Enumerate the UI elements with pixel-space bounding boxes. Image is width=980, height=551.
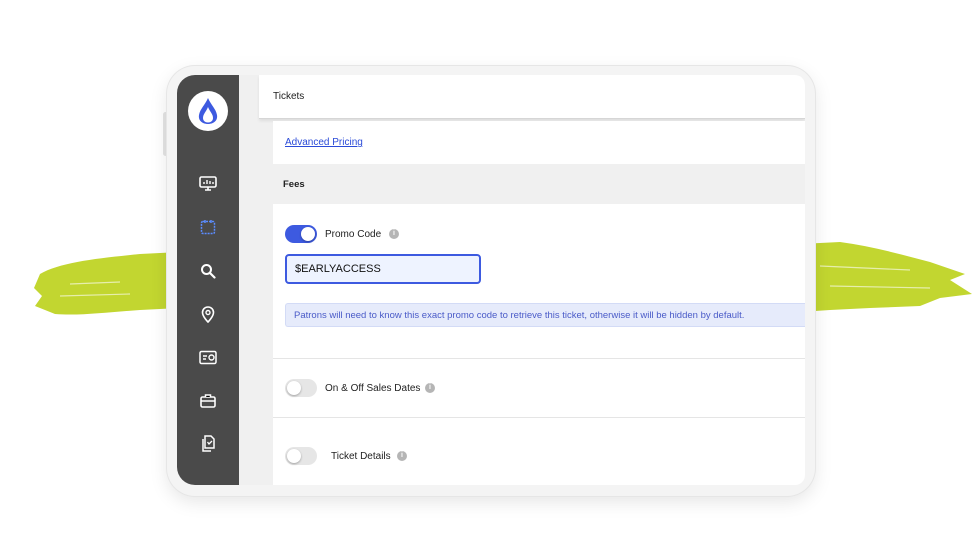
ticket-details-toggle[interactable]: [285, 447, 317, 465]
promo-code-label: Promo Code: [325, 229, 382, 240]
sidebar: [177, 75, 239, 485]
sales-dates-toggle[interactable]: [285, 379, 317, 397]
ticket-settings: Advanced Pricing Fees Promo Code i Patro…: [273, 121, 805, 485]
fees-section-header: Fees: [273, 164, 805, 204]
page-title: Tickets: [273, 91, 305, 102]
toggle-knob: [287, 449, 301, 463]
toggle-knob: [287, 381, 301, 395]
flame-logo-icon: [198, 98, 218, 124]
sidebar-item-venues[interactable]: [198, 304, 218, 324]
location-pin-icon: [201, 305, 215, 323]
sidebar-item-business[interactable]: [198, 390, 218, 410]
brush-stroke-left: [34, 252, 180, 315]
ticket-card-icon: [199, 350, 217, 364]
monitor-chart-icon: [199, 176, 217, 191]
stage: Tickets Advanced Pricing Fees Promo Code…: [0, 0, 980, 551]
promo-code-input[interactable]: [285, 254, 481, 284]
sales-dates-label: On & Off Sales Dates: [325, 383, 421, 394]
promo-code-hint: Patrons will need to know this exact pro…: [285, 303, 805, 327]
briefcase-icon: [200, 393, 216, 408]
sidebar-item-reports[interactable]: [198, 433, 218, 453]
divider: [273, 417, 805, 418]
promo-code-toggle[interactable]: [285, 225, 317, 243]
ticket-details-label: Ticket Details: [331, 451, 391, 462]
info-icon[interactable]: i: [389, 229, 399, 239]
fees-section-label: Fees: [283, 179, 305, 190]
search-icon: [201, 264, 216, 279]
info-icon[interactable]: i: [397, 451, 407, 461]
top-bar: Tickets: [259, 75, 805, 119]
documents-icon: [201, 434, 215, 452]
app-logo[interactable]: [188, 91, 228, 131]
advanced-pricing-link[interactable]: Advanced Pricing: [285, 137, 363, 148]
sidebar-item-dashboard[interactable]: [198, 174, 218, 194]
main-panel: Tickets Advanced Pricing Fees Promo Code…: [239, 75, 805, 485]
toggle-knob: [301, 227, 315, 241]
info-icon[interactable]: i: [425, 383, 435, 393]
sidebar-item-events[interactable]: [198, 217, 218, 237]
brush-stroke-right: [800, 242, 972, 312]
app-screen: Tickets Advanced Pricing Fees Promo Code…: [177, 75, 805, 485]
sidebar-item-search[interactable]: [198, 261, 218, 281]
calendar-icon: [200, 220, 216, 235]
divider: [273, 358, 805, 359]
sidebar-item-tickets[interactable]: [198, 347, 218, 367]
